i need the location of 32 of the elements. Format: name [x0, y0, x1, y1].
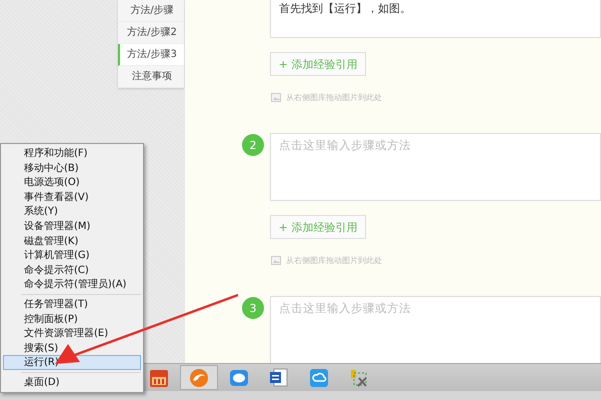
menu-item[interactable]: 文件资源管理器(E)	[3, 326, 141, 341]
menu-item[interactable]: 设备管理器(M)	[3, 218, 141, 234]
menu-item[interactable]: 桌面(D)	[3, 374, 141, 390]
menu-item[interactable]: 任务管理器(T)	[3, 296, 141, 312]
document-icon	[269, 368, 289, 388]
menu-item[interactable]: 控制面板(P)	[3, 312, 141, 326]
cloud-icon	[309, 368, 329, 388]
image-icon	[270, 92, 282, 103]
menu-item[interactable]: 命令提示符(C)	[3, 262, 141, 278]
menu-item[interactable]: 程序和功能(F)	[3, 146, 141, 161]
menu-item[interactable]: 电源选项(O)	[3, 175, 141, 190]
image-icon	[270, 255, 282, 266]
menu-item[interactable]: 搜索(S)	[3, 340, 141, 356]
tools-icon	[349, 368, 369, 388]
menu-item[interactable]: 磁盘管理(K)	[3, 234, 141, 248]
sidebar-item[interactable]: 方法/步骤	[118, 0, 184, 22]
step-number: 2	[242, 134, 264, 156]
chat-bubble-icon	[229, 368, 249, 388]
menu-item[interactable]: 系统(Y)	[3, 204, 141, 219]
menu-item[interactable]: 事件查看器(V)	[3, 190, 141, 204]
step-number: 3	[242, 297, 264, 319]
sidebar-item[interactable]: 注意事项	[118, 66, 184, 88]
sidebar-item[interactable]: 方法/步骤3	[118, 44, 184, 66]
calendar-icon	[149, 368, 169, 388]
taskbar-button[interactable]	[180, 365, 218, 390]
menu-item[interactable]: 移动中心(B)	[3, 160, 141, 176]
browser-icon	[189, 368, 209, 388]
step-text-field[interactable]: 首先找到【运行】，如图。	[270, 0, 601, 38]
drag-image-hint: 从右侧图库拖动图片到此处	[286, 92, 382, 103]
menu-item[interactable]: 命令提示符(管理员)(A)	[3, 277, 141, 292]
menu-item[interactable]: 计算机管理(G)	[3, 248, 141, 263]
drag-image-hint: 从右侧图库拖动图片到此处	[286, 255, 382, 266]
